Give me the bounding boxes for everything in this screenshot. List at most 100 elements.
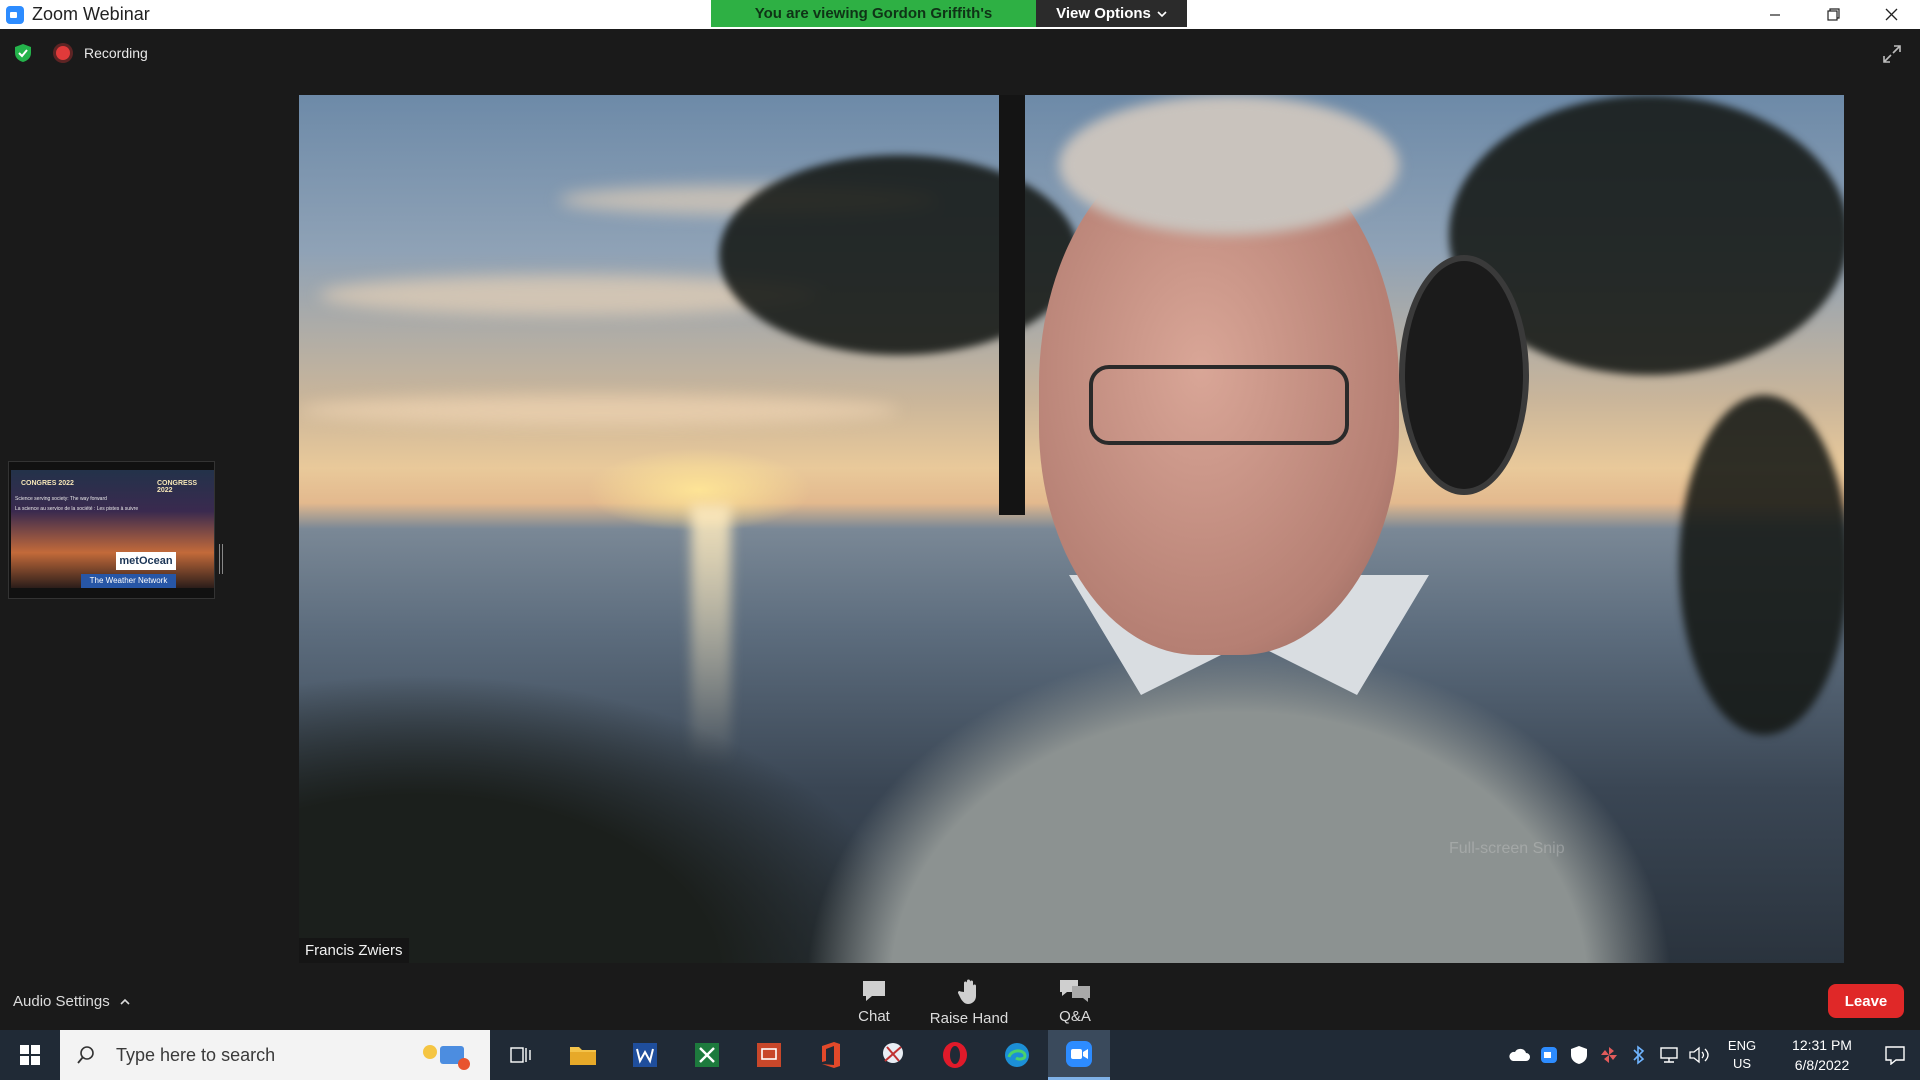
speaker-glasses [1089, 365, 1349, 445]
keyboard-region: US [1732, 1056, 1752, 1071]
thumbnail-line-2: La science au service de la société : Le… [15, 506, 139, 512]
encryption-shield-icon[interactable] [14, 43, 32, 63]
thumbnail-heading-left: CONGRES 2022 [21, 480, 74, 487]
office-button[interactable] [800, 1030, 862, 1080]
thumbnail-sponsor-logo-2: The Weather Network [81, 574, 176, 588]
audio-settings-button[interactable]: Audio Settings [13, 993, 130, 1010]
qa-button[interactable]: Q&A [1054, 978, 1096, 1025]
recording-label: Recording [84, 45, 148, 61]
input-language-indicator[interactable]: ENG US [1720, 1037, 1764, 1073]
raise-hand-button[interactable]: Raise Hand [928, 978, 1010, 1027]
taskbar-clock[interactable]: 12:31 PM 6/8/2022 [1774, 1035, 1870, 1075]
edge-icon [1005, 1043, 1029, 1067]
thumbnail-line-1: Science serving society: The way forward [15, 496, 107, 502]
security-tray-button[interactable] [1564, 1030, 1594, 1080]
shield-icon [1571, 1046, 1587, 1064]
app-tray-button[interactable] [1594, 1030, 1624, 1080]
bluetooth-button[interactable] [1624, 1030, 1654, 1080]
system-tray: ENG US 12:31 PM 6/8/2022 [1504, 1030, 1920, 1080]
qa-icon [1060, 980, 1090, 1002]
chat-button[interactable]: Chat [846, 978, 902, 1025]
screen-share-banner: You are viewing Gordon Griffith's screen… [711, 0, 1187, 49]
edge-button[interactable] [986, 1030, 1048, 1080]
speaker-video: Full-screen Snip Francis Zwiers [299, 95, 1844, 963]
shared-screen-thumbnail[interactable]: CONGRES 2022 CONGRESS 2022 Science servi… [8, 461, 215, 599]
opera-icon [943, 1042, 967, 1068]
chat-icon [863, 981, 885, 1001]
thumbnail-slide: CONGRES 2022 CONGRESS 2022 Science servi… [11, 470, 214, 588]
window-title: Zoom Webinar [32, 4, 150, 24]
minimize-button[interactable] [1746, 0, 1804, 29]
view-options-label: View Options [1056, 5, 1151, 22]
audio-settings-label: Audio Settings [13, 993, 110, 1010]
cloud [299, 395, 899, 425]
cloud-icon [1509, 1048, 1530, 1061]
snipping-tool-icon [883, 1043, 903, 1063]
minimize-icon [1770, 13, 1780, 16]
powerpoint-icon [757, 1043, 781, 1067]
exit-fullscreen-icon[interactable] [1882, 44, 1902, 64]
fullscreen-snip-hint: Full-screen Snip [1449, 840, 1565, 857]
raise-hand-icon [957, 979, 976, 1004]
bluetooth-icon [1633, 1045, 1645, 1065]
restore-icon [1826, 8, 1840, 21]
search-icon [77, 1046, 94, 1064]
raise-hand-label: Raise Hand [929, 1010, 1009, 1027]
window-controls [1746, 0, 1920, 29]
meeting-toolbar: Audio Settings Chat Raise Hand Q&A Leave [0, 976, 1920, 1030]
meeting-area: Recording CONGRES 2022 CONGRESS 2022 Sci… [0, 29, 1920, 976]
participant-name-tag: Francis Zwiers [299, 938, 409, 963]
chevron-down-icon [1157, 10, 1167, 17]
folder-icon [570, 1047, 596, 1065]
share-status-text: You are viewing Gordon Griffith's screen [711, 0, 1036, 49]
weather-widget-icon [423, 1045, 470, 1070]
thumbnail-resize-handle[interactable] [219, 544, 223, 574]
tree-foliage [719, 155, 1079, 355]
clock-time: 12:31 PM [1792, 1037, 1852, 1053]
network-icon [1660, 1047, 1678, 1063]
chevron-up-icon [120, 998, 130, 1005]
word-icon [633, 1043, 657, 1067]
notification-center-button[interactable] [1870, 1030, 1920, 1080]
snipping-tool-button[interactable] [862, 1030, 924, 1080]
thumbnail-heading-right: CONGRESS 2022 [157, 480, 198, 494]
close-button[interactable] [1862, 0, 1920, 29]
powerpoint-button[interactable] [738, 1030, 800, 1080]
network-button[interactable] [1654, 1030, 1684, 1080]
qa-label: Q&A [1059, 1008, 1091, 1025]
task-view-icon [510, 1047, 531, 1063]
title-bar: Zoom Webinar You are viewing Gordon Grif… [0, 0, 1920, 49]
task-view-button[interactable] [490, 1030, 552, 1080]
tree-trunk [999, 95, 1025, 515]
clock-date: 6/8/2022 [1794, 1057, 1850, 1073]
excel-button[interactable] [676, 1030, 738, 1080]
speaker-icon [1689, 1046, 1709, 1064]
speaker-hair [1059, 95, 1399, 235]
zoom-taskbar-button[interactable] [1048, 1030, 1110, 1080]
taskbar-search-box[interactable]: Type here to search [60, 1030, 490, 1080]
zoom-app-icon [6, 5, 24, 24]
office-icon [822, 1042, 840, 1068]
close-icon [1885, 8, 1897, 21]
leave-button[interactable]: Leave [1828, 984, 1904, 1018]
view-options-button[interactable]: View Options [1036, 0, 1187, 27]
recording-icon [56, 46, 70, 60]
windows-logo-icon [20, 1045, 40, 1065]
restore-button[interactable] [1804, 0, 1862, 29]
windows-taskbar: Type here to search ENG US 12:31 PM 6/8/… [0, 1030, 1920, 1080]
start-button[interactable] [0, 1030, 60, 1080]
zoom-icon [1066, 1040, 1092, 1067]
opera-button[interactable] [924, 1030, 986, 1080]
speaker-headphones [1399, 255, 1529, 495]
zoom-tray-button[interactable] [1534, 1030, 1564, 1080]
chat-label: Chat [858, 1008, 890, 1025]
zoom-tray-icon [1541, 1047, 1557, 1063]
word-button[interactable] [614, 1030, 676, 1080]
notification-icon [1885, 1046, 1905, 1065]
zoom-webinar-window: Zoom Webinar You are viewing Gordon Grif… [0, 0, 1920, 1080]
thumbnail-sponsor-logo: metOcean [116, 552, 176, 570]
onedrive-button[interactable] [1504, 1030, 1534, 1080]
language-code: ENG [1727, 1038, 1757, 1053]
file-explorer-button[interactable] [552, 1030, 614, 1080]
volume-button[interactable] [1684, 1030, 1714, 1080]
